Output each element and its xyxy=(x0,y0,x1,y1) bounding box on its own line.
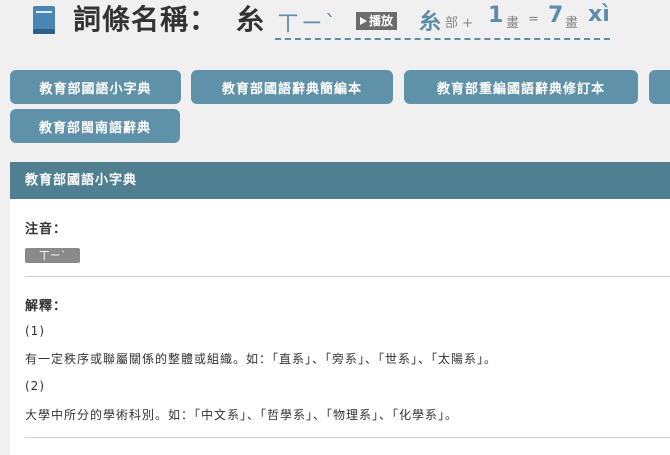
pinyin-text: xì xyxy=(588,2,610,27)
radical-suffix: 部 xyxy=(445,16,459,31)
dict-button-mini[interactable]: 教育部國語小字典 xyxy=(10,70,181,104)
dict-button-concise[interactable]: 教育部國語辭典簡編本 xyxy=(191,70,393,104)
divider xyxy=(25,276,670,277)
zhuyin-label: 注音： xyxy=(25,222,68,237)
plus-sign: + xyxy=(462,16,474,31)
dictionary-panel: 教育部國語小字典 注音： ㄒㄧˋ 解釋： (1) 有一定秩序或聯屬關係的整體或組… xyxy=(10,162,670,455)
dict-button-overflow[interactable] xyxy=(649,70,670,104)
definition-text: 大學中所分的學術科別。如：「中文系」、「哲學系」、「物理系」、「化學系」。 xyxy=(25,408,459,422)
extra-strokes: 1 xyxy=(488,3,504,28)
pronunciation-bar: ㄒㄧˋ 播放 糸 部 + 1 畫 = 7 畫 xì xyxy=(275,2,610,40)
play-label: 播放 xyxy=(369,14,394,28)
stroke-unit: 畫 xyxy=(506,16,520,31)
radical-suffix-group: 部 + xyxy=(445,12,473,31)
zhuyin-text: ㄒㄧˋ xyxy=(277,12,339,37)
definition-label: 解釋： xyxy=(25,299,68,314)
dict-button-revised[interactable]: 教育部重編國語辭典修訂本 xyxy=(404,70,638,104)
definition-number: (1) xyxy=(25,324,45,338)
divider xyxy=(25,437,670,438)
book-icon xyxy=(33,6,55,34)
entry-character: 糸 xyxy=(236,3,265,36)
play-button[interactable]: 播放 xyxy=(356,12,398,30)
radical-char[interactable]: 糸 xyxy=(419,4,441,36)
definition-number: (2) xyxy=(25,379,45,393)
panel-title: 教育部國語小字典 xyxy=(10,162,670,199)
total-strokes: 7 xyxy=(548,3,564,28)
equals-sign: = xyxy=(528,12,539,27)
entry-title-label: 詞條名稱： xyxy=(73,3,219,36)
play-icon xyxy=(360,17,367,25)
definition-text: 有一定秩序或聯屬關係的整體或組織。如：「直系」、「旁系」、「世系」、「太陽系」。 xyxy=(25,352,498,366)
entry-header: 詞條名稱： 糸 ㄒㄧˋ 播放 糸 部 + 1 畫 = 7 畫 xì xyxy=(0,0,670,60)
dict-button-minnan[interactable]: 教育部閩南語辭典 xyxy=(10,109,180,143)
zhuyin-badge: ㄒㄧˋ xyxy=(25,248,80,263)
total-stroke-unit: 畫 xyxy=(565,16,579,31)
